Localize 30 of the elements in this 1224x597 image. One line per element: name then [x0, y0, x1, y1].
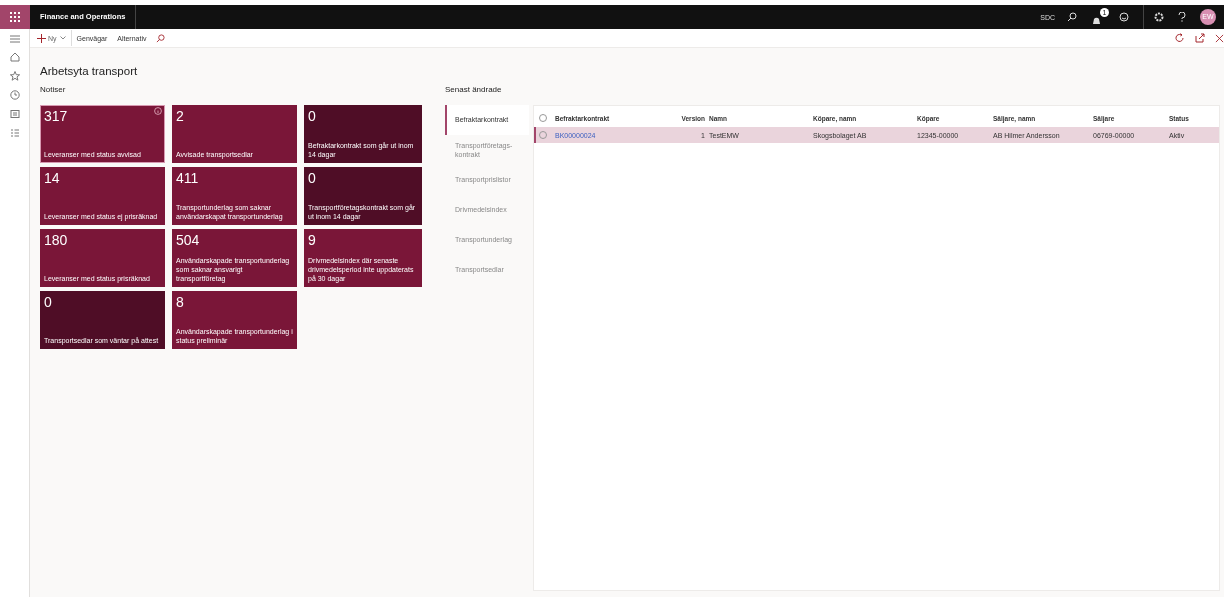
- tile-count: 0: [308, 170, 316, 186]
- tile-count: 2: [176, 108, 184, 124]
- tile-count: 14: [44, 170, 60, 186]
- section-heading: Notiser: [40, 85, 67, 96]
- refresh-icon[interactable]: [1175, 33, 1185, 43]
- open-in-new-window-icon[interactable]: [1195, 33, 1205, 43]
- tile-count: 504: [176, 232, 200, 248]
- settings-icon[interactable]: [1154, 12, 1164, 22]
- tile-count: 180: [44, 232, 68, 248]
- smiley-icon[interactable]: [1119, 12, 1129, 22]
- plus-icon: [37, 33, 46, 43]
- workspace-icon[interactable]: [9, 109, 20, 119]
- tile-count: 317: [44, 108, 68, 124]
- help-icon[interactable]: [1178, 12, 1186, 22]
- close-icon[interactable]: [1215, 33, 1224, 43]
- info-icon[interactable]: [154, 107, 162, 115]
- app-launcher-icon[interactable]: [0, 5, 30, 29]
- tile-count: 8: [176, 294, 184, 310]
- tile-count: 9: [308, 232, 316, 248]
- tile-count: 0: [308, 108, 316, 124]
- clock-icon[interactable]: [9, 90, 20, 100]
- star-icon[interactable]: [9, 71, 20, 81]
- tile-count: 411: [176, 170, 199, 186]
- search-icon[interactable]: [1067, 12, 1077, 22]
- chevron-down-icon: [59, 36, 66, 40]
- page-title: Arbetsyta transport: [40, 65, 139, 77]
- home-icon[interactable]: [9, 52, 20, 62]
- bell-icon: [1091, 15, 1102, 26]
- tile-count: 0: [44, 294, 52, 310]
- section-heading: Senast ändrade: [445, 85, 503, 96]
